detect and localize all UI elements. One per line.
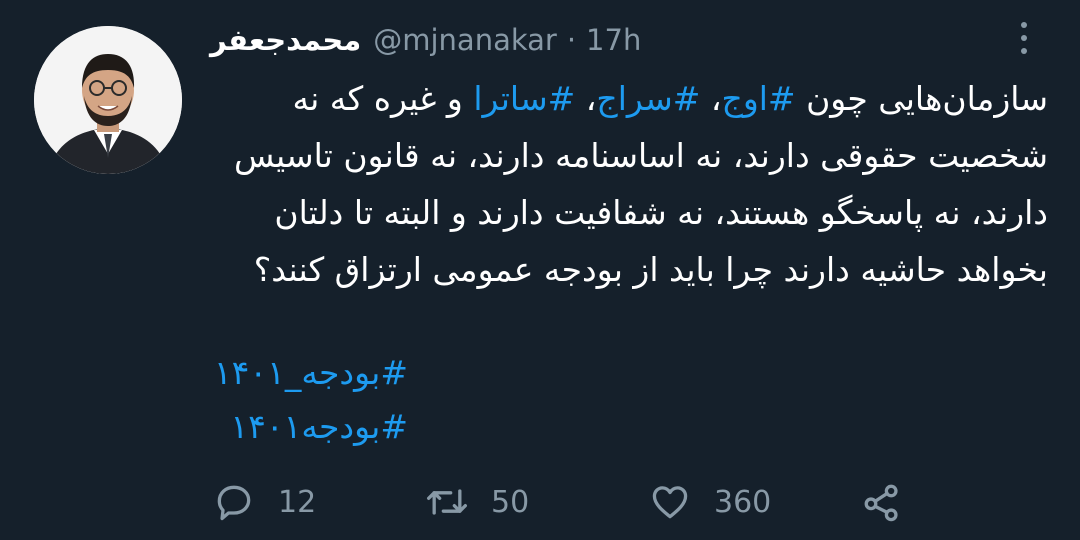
hashtag-link[interactable]: #اوج	[722, 79, 796, 118]
author-name[interactable]: محمدجعفر	[210, 14, 361, 66]
tweet-text-segment: ،	[700, 79, 722, 118]
share-icon	[864, 484, 898, 522]
like-icon	[652, 486, 688, 519]
tweet[interactable]: محمدجعفر @mjnanakar · 17h سازمان‌هایی چو…	[0, 0, 1080, 540]
tweet-header: محمدجعفر @mjnanakar · 17h	[210, 14, 641, 66]
hashtag-link[interactable]: #سراج	[596, 79, 700, 118]
tweet-text-segment: ،	[575, 79, 597, 118]
tweet-text-segment: سازمان‌هایی چون	[795, 79, 1048, 118]
avatar[interactable]	[34, 26, 182, 174]
like-button[interactable]: 360	[648, 474, 771, 530]
retweet-count: 50	[491, 484, 530, 520]
action-bar: 12 50 360	[210, 474, 930, 530]
tweet-text: سازمان‌هایی چون #اوج، #سراج، #ساترا و غی…	[208, 70, 1048, 298]
reply-icon	[217, 485, 251, 521]
timestamp[interactable]: 17h	[586, 14, 641, 66]
retweet-button[interactable]: 50	[425, 474, 529, 530]
hashtag-link[interactable]: #بودجه۱۴۰۱	[208, 400, 408, 454]
retweet-icon	[427, 489, 467, 515]
separator-dot: ·	[566, 23, 577, 57]
hashtag-link[interactable]: #بودجه_۱۴۰۱	[208, 346, 408, 400]
hashtag-link[interactable]: #ساترا	[473, 79, 575, 118]
author-handle[interactable]: @mjnanakar	[373, 14, 557, 66]
more-options-icon[interactable]	[1012, 18, 1036, 58]
like-count: 360	[714, 484, 772, 520]
hashtag-list: #بودجه_۱۴۰۱ #بودجه۱۴۰۱	[208, 346, 408, 454]
reply-button[interactable]: 12	[212, 474, 316, 530]
share-button[interactable]	[860, 474, 904, 530]
reply-count: 12	[278, 484, 317, 520]
